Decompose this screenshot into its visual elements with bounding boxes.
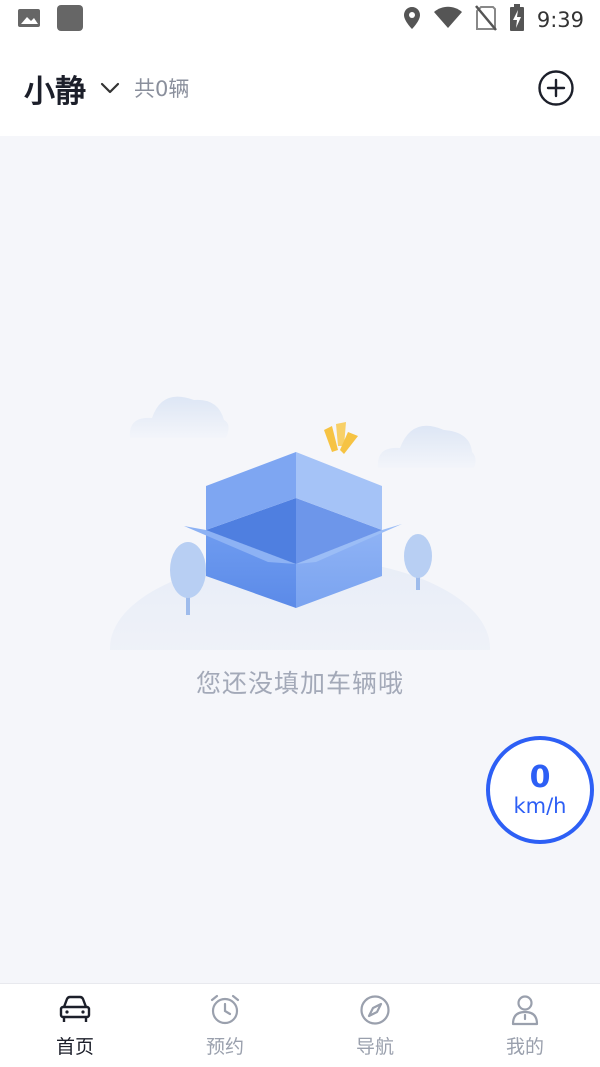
speed-value: 0 [529, 759, 551, 795]
car-icon [58, 993, 92, 1027]
wifi-icon [433, 6, 463, 34]
nav-label-mine: 我的 [505, 1035, 544, 1058]
nav-item-home[interactable]: 首页 [0, 984, 150, 1067]
nav-item-navigation[interactable]: 导航 [300, 984, 450, 1067]
person-icon [508, 993, 542, 1027]
nav-label-reservation: 预约 [205, 1035, 244, 1058]
chevron-down-icon[interactable] [98, 76, 122, 100]
alarm-clock-icon [208, 993, 242, 1027]
app-square-icon [56, 4, 84, 36]
nav-label-home: 首页 [55, 1035, 94, 1058]
header: 小静 共0辆 [0, 40, 600, 136]
add-circle-icon [538, 70, 574, 106]
nav-item-mine[interactable]: 我的 [450, 984, 600, 1067]
open-box-illustration [110, 380, 490, 738]
add-vehicle-button[interactable] [536, 68, 576, 108]
bottom-nav: 首页 预约 导航 我的 [0, 983, 600, 1067]
battery-charging-icon [509, 4, 525, 36]
nav-item-reservation[interactable]: 预约 [150, 984, 300, 1067]
status-left [16, 4, 84, 36]
compass-icon [358, 993, 392, 1027]
location-icon [403, 6, 421, 34]
empty-state-message: 您还没填加车辆哦 [195, 669, 404, 698]
speed-unit: km/h [513, 793, 567, 818]
no-sim-icon [474, 5, 497, 35]
image-icon [16, 6, 42, 34]
nav-label-navigation: 导航 [355, 1035, 394, 1058]
status-bar: 9:39 [0, 0, 600, 40]
speed-badge[interactable]: 0 km/h [486, 736, 594, 844]
status-right: 9:39 [403, 4, 584, 36]
app-screen: 9:39 小静 共0辆 您还没填加车辆哦 0 km/h 首页 预约 导航 我的 [0, 0, 600, 1067]
user-name[interactable]: 小静 [24, 66, 86, 111]
vehicle-count: 共0辆 [134, 77, 190, 101]
status-time: 9:39 [536, 8, 584, 32]
